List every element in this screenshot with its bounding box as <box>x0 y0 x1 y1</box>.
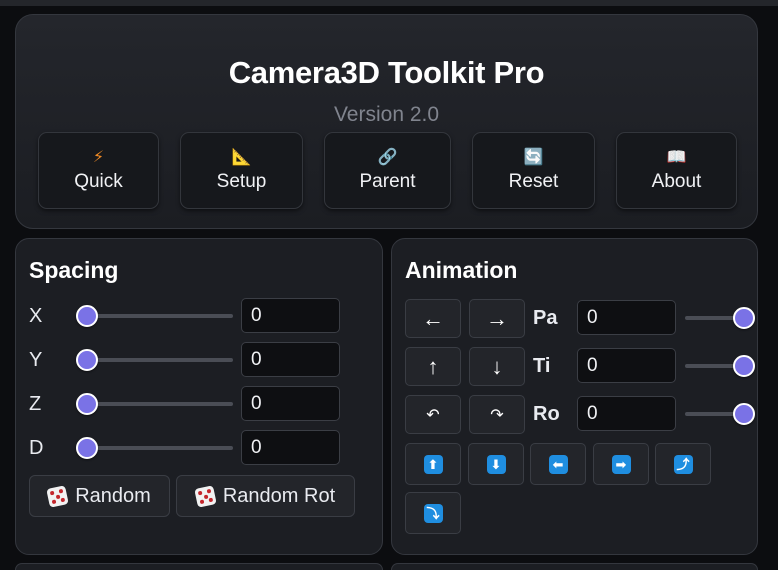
reset-button-label: Reset <box>508 170 559 192</box>
spacing-d-input[interactable]: 0 <box>241 430 340 465</box>
arrow-curve-up-icon: ⤴ <box>673 454 693 474</box>
pan-slider-thumb[interactable] <box>733 307 755 329</box>
quick-button[interactable]: ⚡ Quick <box>38 132 159 209</box>
random-rot-button[interactable]: Random Rot <box>176 475 355 517</box>
app-title: Camera3D Toolkit Pro <box>228 55 545 90</box>
spacing-z-label: Z <box>29 393 42 415</box>
about-button[interactable]: 📖 About <box>616 132 737 209</box>
spacing-d-slider-track[interactable] <box>80 446 233 450</box>
tilt-down-button[interactable]: ↓ <box>469 347 525 386</box>
random-button[interactable]: Random <box>29 475 170 517</box>
random-button-label: Random <box>75 484 151 507</box>
version-label: Version 2.0 <box>333 103 440 126</box>
pan-left-button[interactable]: ← <box>405 299 461 338</box>
arrow-right-icon: → <box>486 305 508 331</box>
pan-input[interactable]: 0 <box>577 300 676 335</box>
spacing-y-slider-track[interactable] <box>80 358 233 362</box>
arrow-up-icon: ↑ <box>427 353 439 379</box>
spacing-d-slider-thumb[interactable] <box>76 437 98 459</box>
spacing-x-input[interactable]: 0 <box>241 298 340 333</box>
ruler-icon: 📐 <box>231 148 252 166</box>
move-up-button[interactable]: ⬆ <box>405 443 461 485</box>
arrow-up-icon: ⬆ <box>423 454 443 474</box>
dice-icon <box>194 484 217 508</box>
roll-input[interactable]: 0 <box>577 396 676 431</box>
random-rot-button-label: Random Rot <box>222 484 336 507</box>
arrow-down-icon: ⬇ <box>486 454 506 474</box>
spacing-y-input[interactable]: 0 <box>241 342 340 377</box>
spacing-y-slider-thumb[interactable] <box>76 349 98 371</box>
spacing-title: Spacing <box>29 257 119 283</box>
arrow-down-icon: ↓ <box>491 353 503 379</box>
about-button-label: About <box>651 170 702 192</box>
curve-down-button[interactable]: ⤵ <box>405 492 461 534</box>
curve-up-button[interactable]: ⤴ <box>655 443 711 485</box>
parent-button[interactable]: 🔗 Parent <box>324 132 451 209</box>
quick-button-label: Quick <box>74 170 123 192</box>
tilt-up-button[interactable]: ↑ <box>405 347 461 386</box>
animation-panel: Animation ← → ↑ ↓ ↶ ↷ Pa 0 Ti 0 Ro 0 ⬆ ⬇… <box>391 238 758 555</box>
roll-cw-button[interactable]: ↷ <box>469 395 525 434</box>
roll-slider-thumb[interactable] <box>733 403 755 425</box>
refresh-icon: 🔄 <box>523 148 544 166</box>
arrow-curve-down-icon: ⤵ <box>423 503 443 523</box>
arrow-left-icon: ← <box>422 305 444 331</box>
move-left-button[interactable]: ⬅ <box>530 443 586 485</box>
book-icon: 📖 <box>666 148 687 166</box>
lightning-icon: ⚡ <box>92 148 105 166</box>
spacing-x-slider-track[interactable] <box>80 314 233 318</box>
animation-title: Animation <box>405 257 518 283</box>
rotate-cw-icon: ↷ <box>490 406 504 424</box>
dice-icon <box>46 484 69 508</box>
spacing-z-slider-thumb[interactable] <box>76 393 98 415</box>
roll-label: Ro <box>533 403 560 425</box>
arrow-right-icon: ➡ <box>611 454 631 474</box>
spacing-d-label: D <box>29 437 44 459</box>
tilt-input[interactable]: 0 <box>577 348 676 383</box>
roll-ccw-button[interactable]: ↶ <box>405 395 461 434</box>
spacing-x-label: X <box>29 305 43 327</box>
window-top-edge <box>0 0 778 6</box>
spacing-y-label: Y <box>29 349 43 371</box>
pan-label: Pa <box>533 307 558 329</box>
setup-button-label: Setup <box>216 170 267 192</box>
next-panel-left-edge <box>15 563 383 570</box>
rotate-ccw-icon: ↶ <box>426 406 440 424</box>
tilt-slider-thumb[interactable] <box>733 355 755 377</box>
move-down-button[interactable]: ⬇ <box>468 443 524 485</box>
next-panel-right-edge <box>391 563 758 570</box>
tilt-label: Ti <box>533 355 551 377</box>
spacing-z-input[interactable]: 0 <box>241 386 340 421</box>
pan-right-button[interactable]: → <box>469 299 525 338</box>
parent-button-label: Parent <box>359 170 416 192</box>
link-icon: 🔗 <box>377 148 398 166</box>
spacing-z-slider-track[interactable] <box>80 402 233 406</box>
move-right-button[interactable]: ➡ <box>593 443 649 485</box>
spacing-x-slider-thumb[interactable] <box>76 305 98 327</box>
arrow-left-icon: ⬅ <box>548 454 568 474</box>
header-panel: Camera3D Toolkit Pro Version 2.0 ⚡ Quick… <box>15 14 758 229</box>
setup-button[interactable]: 📐 Setup <box>180 132 303 209</box>
reset-button[interactable]: 🔄 Reset <box>472 132 595 209</box>
spacing-panel: Spacing X 0 Y 0 Z 0 D 0 Random Random Ro… <box>15 238 383 555</box>
